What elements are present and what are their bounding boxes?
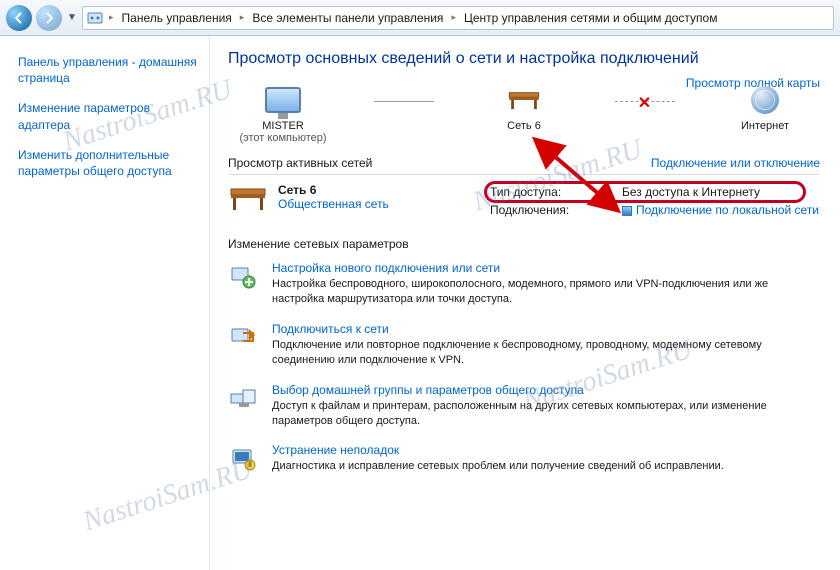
node-pc-sublabel: (этот компьютер) [228,132,338,144]
option-title[interactable]: Устранение неполадок [272,443,724,457]
option-title[interactable]: Выбор домашней группы и параметров общег… [272,383,792,397]
nav-back-button[interactable] [6,5,32,31]
address-bar[interactable]: ▸ Панель управления ▸ Все элементы панел… [82,6,834,30]
sidebar: Панель управления - домашняя страница Из… [0,36,210,570]
access-type-label: Тип доступа: [490,183,610,201]
lan-icon [622,206,632,216]
network-type-link[interactable]: Общественная сеть [278,197,389,211]
settings-header: Изменение сетевых параметров [228,237,820,251]
sidebar-adapter-link[interactable]: Изменение параметров адаптера [18,100,197,132]
page-title: Просмотр основных сведений о сети и наст… [228,50,820,68]
chevron-right-icon: ▸ [449,12,458,23]
active-network-block: Сеть 6 Общественная сеть Тип доступа: Бе… [228,183,820,219]
connection-link-text: Подключение по локальной сети [636,203,819,217]
node-internet-label: Интернет [710,120,820,132]
option-troubleshoot: Устранение неполадок Диагностика и испра… [228,443,820,474]
map-link-ok [374,101,434,102]
connection-link[interactable]: Подключение по локальной сети [622,201,819,219]
connections-label: Подключения: [490,201,610,219]
homegroup-icon [228,383,258,413]
chevron-right-icon: ▸ [238,12,247,23]
connect-network-icon [228,322,258,352]
option-desc: Доступ к файлам и принтерам, расположенн… [272,399,792,430]
connection-error-icon: ✕ [638,93,651,113]
active-networks-header-row: Просмотр активных сетей Подключение или … [228,156,820,170]
access-type-value: Без доступа к Интернету [622,183,760,201]
option-title[interactable]: Настройка нового подключения или сети [272,261,792,275]
bench-icon [505,89,543,111]
breadcrumb-all-items[interactable]: Все элементы панели управления [250,11,445,25]
globe-icon [751,86,779,114]
node-pc-label: MISTER [228,120,338,132]
node-internet[interactable]: Интернет [710,82,820,144]
option-homegroup: Выбор домашней группы и параметров общег… [228,383,820,430]
bench-icon [228,183,268,215]
active-networks-label: Просмотр активных сетей [228,156,372,170]
breadcrumb-network-center[interactable]: Центр управления сетями и общим доступом [462,11,720,25]
new-connection-icon [228,261,258,291]
node-network[interactable]: Сеть 6 [469,82,579,144]
map-link-broken: ✕ [615,101,675,102]
option-desc: Настройка беспроводного, широкополосного… [272,277,792,308]
sidebar-home-link[interactable]: Панель управления - домашняя страница [18,54,197,86]
troubleshoot-icon [228,443,258,473]
content-pane: Просмотр основных сведений о сети и наст… [210,36,840,570]
option-new-connection: Настройка нового подключения или сети На… [228,261,820,308]
node-this-computer[interactable]: MISTER (этот компьютер) [228,82,338,144]
divider [228,174,820,175]
chevron-right-icon: ▸ [107,12,116,23]
network-name: Сеть 6 [278,183,389,197]
node-network-label: Сеть 6 [469,120,579,132]
option-desc: Диагностика и исправление сетевых пробле… [272,459,724,474]
option-title[interactable]: Подключиться к сети [272,322,792,336]
nav-forward-button[interactable] [36,5,62,31]
sidebar-sharing-link[interactable]: Изменить дополнительные параметры общего… [18,147,197,179]
toolbar: ▼ ▸ Панель управления ▸ Все элементы пан… [0,0,840,36]
computer-icon [265,87,301,113]
breadcrumb-control-panel[interactable]: Панель управления [120,11,234,25]
connect-disconnect-link[interactable]: Подключение или отключение [651,156,820,170]
option-connect-network: Подключиться к сети Подключение или повт… [228,322,820,369]
network-map: Просмотр полной карты MISTER (этот компь… [228,82,820,144]
nav-history-dropdown[interactable]: ▼ [66,12,78,23]
option-desc: Подключение или повторное подключение к … [272,338,792,369]
control-panel-icon [87,10,103,26]
full-map-link[interactable]: Просмотр полной карты [686,76,820,90]
